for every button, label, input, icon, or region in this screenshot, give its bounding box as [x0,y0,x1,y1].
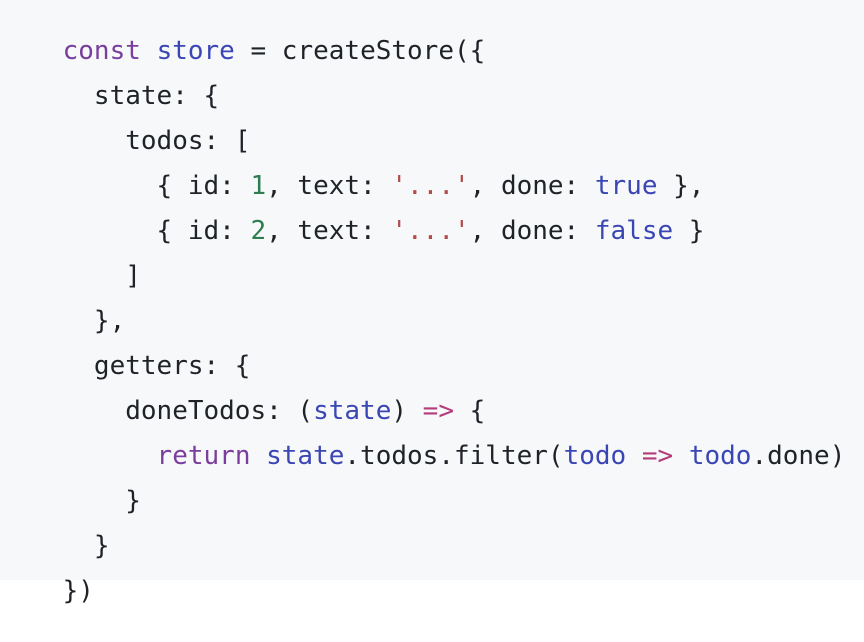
code-line-12: } [0,495,110,561]
number-token: 2 [250,216,267,246]
keyword-token: return [156,441,251,471]
code-line-3: todos: [ [0,90,250,156]
arrow-token: => [641,441,674,471]
code-line-7: }, [0,270,125,336]
plain-token: }) [62,576,94,606]
code-line-2: state: { [0,45,219,111]
variable-token: state [266,441,345,471]
variable-token: todo [563,441,627,471]
code-line-6: ] [0,225,141,291]
code-line-5: { id: 2, text: '...', done: false } [0,180,705,246]
code-line-8: getters: { [0,315,251,381]
plain-token: , text: [266,216,392,246]
plain-token: } [673,216,705,246]
code-line-9: doneTodos: (state) => { [0,360,485,426]
plain-token: , done: [469,216,595,246]
plain-token: .done) [751,441,846,471]
plain-token: .todos.filter( [344,441,564,471]
plain-token: = createStore({ [234,36,486,66]
code-line-1: const store = createStore({ [0,0,486,66]
code-line-10: return state.todos.filter(todo => todo.d… [0,405,846,471]
boolean-token: false [594,216,674,246]
variable-token: todo [688,441,752,471]
code-block: const store = createStore({ state: { tod… [0,0,864,606]
code-line-11: } [0,450,141,516]
string-token: '...' [391,216,470,246]
code-line-4: { id: 1, text: '...', done: true }, [0,135,705,201]
code-line-13: }) [0,540,94,606]
